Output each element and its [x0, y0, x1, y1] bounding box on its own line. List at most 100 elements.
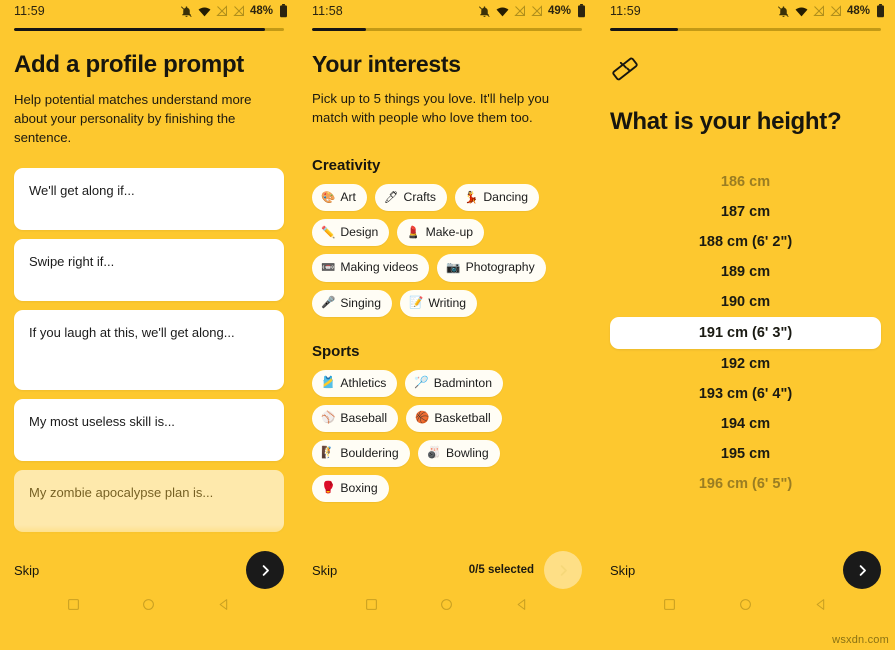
signal-off-icon — [514, 5, 526, 17]
lipstick-icon: 💄 — [406, 226, 421, 239]
interest-chip-label: Badminton — [433, 375, 492, 390]
wifi-icon — [795, 5, 808, 18]
battery-icon — [577, 4, 586, 18]
interest-chip[interactable]: 🏀 Basketball — [406, 404, 502, 432]
baseball-icon: ⚾ — [321, 412, 336, 425]
screen-profile-prompt: 11:59 48% Add a profile prompt Help pote… — [0, 0, 298, 650]
interest-chip-label: Bowling — [445, 445, 489, 460]
interest-chip-label: Athletics — [340, 375, 387, 390]
back-triangle-icon[interactable] — [218, 598, 231, 616]
height-option[interactable]: 189 cm — [610, 257, 881, 287]
page-title: Your interests — [312, 51, 461, 77]
memo-icon: 📝 — [409, 296, 424, 309]
running-shirt-icon: 🎽 — [321, 377, 336, 390]
interest-chip[interactable]: 🎳 Bowling — [417, 439, 500, 467]
height-option[interactable]: 194 cm — [610, 409, 881, 439]
prompt-card[interactable]: My most useless skill is... — [14, 398, 284, 461]
height-option-selected[interactable]: 191 cm (6' 3") — [610, 317, 881, 350]
screen-content: What is your height? 186 cm 187 cm 188 cm … — [596, 31, 895, 571]
interest-chip[interactable]: 🏸 Badminton — [405, 369, 503, 397]
page-title: What is your height? — [610, 108, 842, 135]
boxing-glove-icon: 🥊 — [321, 482, 336, 495]
interest-chip[interactable]: 💃 Dancing — [455, 184, 540, 212]
signal-off-icon — [531, 5, 543, 17]
prompt-card[interactable]: My zombie apocalypse plan is... — [14, 469, 284, 532]
dancer-icon: 💃 — [464, 191, 479, 204]
interest-chip-label: Art — [340, 190, 356, 205]
interest-chip-label: Writing — [428, 295, 467, 310]
status-time: 11:59 — [14, 4, 45, 18]
interest-chip[interactable]: 🥊 Boxing — [312, 474, 389, 502]
interest-chip-label: Bouldering — [340, 445, 399, 460]
home-circle-icon[interactable] — [440, 598, 453, 616]
chevron-right-icon — [258, 563, 273, 578]
interest-chip-label: Dancing — [483, 190, 529, 205]
interest-chip-label: Singing — [340, 295, 381, 310]
bottom-bar: Skip — [0, 548, 298, 592]
interest-chip[interactable]: 📷 Photography — [437, 254, 546, 282]
interest-chip[interactable]: ⚾ Baseball — [312, 404, 399, 432]
battery-percent: 49% — [547, 5, 571, 17]
interest-chip[interactable]: 🧗 Bouldering — [312, 439, 410, 467]
interest-chip[interactable]: 🎨 Art — [312, 184, 367, 212]
height-option[interactable]: 190 cm — [610, 287, 881, 317]
page-subtitle: Help potential matches understand more a… — [14, 92, 252, 146]
status-time: 11:58 — [312, 4, 343, 18]
interest-chip[interactable]: 🎽 Athletics — [312, 369, 398, 397]
status-time: 11:59 — [610, 4, 641, 18]
skip-button[interactable]: Skip — [610, 563, 635, 578]
prompt-card-list: We'll get along if... Swipe right if... … — [14, 167, 284, 532]
signal-off-icon — [830, 5, 842, 17]
height-option[interactable]: 196 cm (6' 5") — [610, 469, 881, 499]
interest-chip[interactable]: 🎤 Singing — [312, 289, 392, 317]
status-icons: 48% — [777, 4, 885, 18]
page-title: Add a profile prompt — [14, 51, 244, 78]
screen-content: Add a profile prompt Help potential matc… — [0, 31, 298, 571]
status-bar: 11:59 48% — [0, 0, 298, 22]
height-option[interactable]: 186 cm — [610, 167, 881, 197]
android-nav-bar — [0, 594, 298, 620]
height-picker[interactable]: 186 cm 187 cm 188 cm (6' 2") 189 cm 190 cm 19… — [610, 167, 881, 499]
interest-chip-label: Basketball — [434, 410, 491, 425]
height-option[interactable]: 195 cm — [610, 439, 881, 469]
next-button[interactable] — [843, 551, 881, 589]
prompt-card[interactable]: If you laugh at this, we'll get along... — [14, 309, 284, 390]
next-button[interactable] — [544, 551, 582, 589]
screenshot-root: 11:59 48% Add a profile prompt Help pote… — [0, 0, 895, 650]
home-circle-icon[interactable] — [739, 598, 752, 616]
section-title-sports: Sports — [312, 342, 360, 360]
status-icons: 49% — [478, 4, 586, 18]
home-circle-icon[interactable] — [142, 598, 155, 616]
signal-off-icon — [813, 5, 825, 17]
interest-chip[interactable]: ✏️ Design — [312, 219, 390, 247]
recents-square-icon[interactable] — [663, 598, 676, 616]
interest-chip-label: Baseball — [340, 410, 388, 425]
status-bar: 11:58 49% — [298, 0, 596, 22]
prompt-card[interactable]: We'll get along if... — [14, 167, 284, 230]
interest-chip[interactable]: 💄 Make-up — [397, 219, 485, 247]
skip-button[interactable]: Skip — [312, 563, 337, 578]
next-button[interactable] — [246, 551, 284, 589]
recents-square-icon[interactable] — [67, 598, 80, 616]
height-option[interactable]: 188 cm (6' 2") — [610, 227, 881, 257]
height-option[interactable]: 187 cm — [610, 197, 881, 227]
back-triangle-icon[interactable] — [516, 598, 529, 616]
interest-chip[interactable]: 🖊 Crafts — [374, 184, 448, 212]
interest-chip[interactable]: 📼 Making videos — [312, 254, 430, 282]
skip-button[interactable]: Skip — [14, 563, 39, 578]
android-nav-bar — [298, 594, 596, 620]
screen-your-interests: 11:58 49% Your interests Pick up to 5 th… — [298, 0, 596, 650]
section-title-creativity: Creativity — [312, 157, 381, 175]
interest-chip-label: Design — [340, 225, 379, 240]
chevron-right-icon — [556, 563, 571, 578]
battery-percent: 48% — [249, 5, 273, 17]
basketball-icon: 🏀 — [415, 412, 430, 425]
prompt-card[interactable]: Swipe right if... — [14, 238, 284, 301]
height-option[interactable]: 193 cm (6' 4") — [610, 379, 881, 409]
back-triangle-icon[interactable] — [815, 598, 828, 616]
recents-square-icon[interactable] — [365, 598, 378, 616]
chevron-right-icon — [855, 563, 870, 578]
bottom-bar: Skip 0/5 selected — [298, 548, 596, 592]
interest-chip[interactable]: 📝 Writing — [400, 289, 478, 317]
height-option[interactable]: 192 cm — [610, 349, 881, 379]
